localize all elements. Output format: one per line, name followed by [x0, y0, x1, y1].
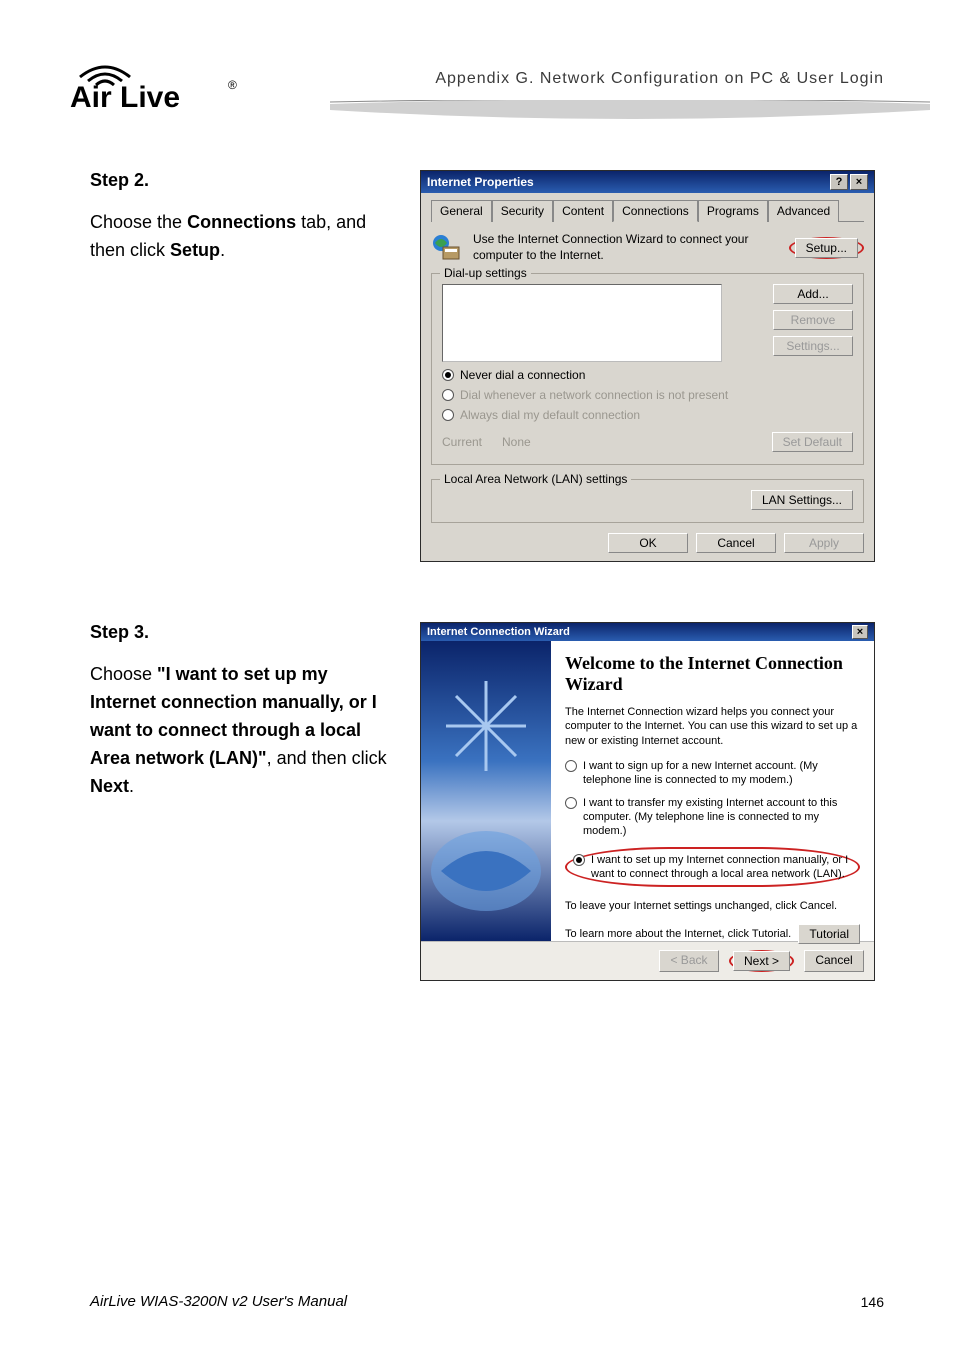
wizard-option-signup[interactable]: I want to sign up for a new Internet acc…	[565, 759, 860, 788]
set-default-button[interactable]: Set Default	[772, 432, 853, 452]
airlive-logo: Air Live ®	[70, 55, 260, 118]
internet-connection-wizard-dialog: Internet Connection Wizard ×	[420, 622, 875, 981]
footer-manual-name: AirLive WIAS-3200N v2 User's Manual	[90, 1293, 347, 1310]
setup-highlight: Setup...	[789, 237, 864, 259]
option-signup-label: I want to sign up for a new Internet acc…	[583, 759, 860, 788]
radio-icon	[442, 389, 454, 401]
radio-always-dial[interactable]: Always dial my default connection	[442, 408, 853, 422]
radio-icon	[565, 797, 577, 809]
wizard-heading: Welcome to the Internet Connection Wizar…	[565, 653, 860, 694]
next-button[interactable]: Next >	[733, 951, 790, 971]
step3-block: Step 3. Choose "I want to set up my Inte…	[90, 622, 884, 981]
step3-paragraph: Choose "I want to set up my Internet con…	[90, 661, 390, 800]
radio-icon	[565, 760, 577, 772]
wizard-sidebar	[421, 641, 551, 941]
dialog-title: Internet Connection Wizard	[427, 626, 570, 638]
radio-always-label: Always dial my default connection	[460, 408, 640, 422]
option-transfer-label: I want to transfer my existing Internet …	[583, 796, 860, 839]
dialog-titlebar: Internet Properties ? ×	[421, 171, 874, 193]
internet-properties-dialog: Internet Properties ? × General Security…	[420, 170, 875, 562]
wizard-intro: The Internet Connection wizard helps you…	[565, 705, 860, 750]
current-value: None	[502, 435, 752, 449]
dialup-listbox[interactable]	[442, 284, 722, 362]
dialup-group-label: Dial-up settings	[440, 266, 531, 280]
step2-block: Step 2. Choose the Connections tab, and …	[90, 170, 884, 562]
tab-general[interactable]: General	[431, 200, 492, 222]
step3-title: Step 3.	[90, 622, 390, 643]
current-label: Current	[442, 435, 482, 449]
close-button[interactable]: ×	[852, 625, 868, 639]
tab-strip: General Security Content Connections Pro…	[431, 199, 864, 222]
wizard-description: Use the Internet Connection Wizard to co…	[473, 232, 779, 263]
leave-text: To leave your Internet settings unchange…	[565, 899, 860, 914]
radio-icon	[442, 409, 454, 421]
wizard-option-manual[interactable]: I want to set up my Internet connection …	[565, 847, 860, 888]
radio-icon	[442, 369, 454, 381]
next-highlight: Next >	[729, 950, 794, 972]
footer-page-number: 146	[861, 1294, 884, 1310]
dialog-title: Internet Properties	[427, 175, 534, 189]
settings-button[interactable]: Settings...	[773, 336, 853, 356]
radio-never-dial[interactable]: Never dial a connection	[442, 368, 853, 382]
apply-button[interactable]: Apply	[784, 533, 864, 553]
page-header: Air Live ® Appendix G. Network Configura…	[70, 45, 884, 115]
radio-dialwhen-label: Dial whenever a network connection is no…	[460, 388, 728, 402]
radio-icon	[573, 854, 585, 866]
cancel-button[interactable]: Cancel	[804, 950, 864, 972]
header-divider	[330, 100, 930, 128]
wizard-artwork-icon	[421, 641, 551, 941]
dialog-titlebar: Internet Connection Wizard ×	[421, 623, 874, 641]
tab-content[interactable]: Content	[553, 200, 613, 222]
wizard-option-transfer[interactable]: I want to transfer my existing Internet …	[565, 796, 860, 839]
cancel-button[interactable]: Cancel	[696, 533, 776, 553]
page-footer: AirLive WIAS-3200N v2 User's Manual 146	[90, 1293, 884, 1310]
lan-group-label: Local Area Network (LAN) settings	[440, 472, 631, 486]
step2-paragraph: Choose the Connections tab, and then cli…	[90, 209, 390, 265]
svg-text:®: ®	[228, 78, 237, 92]
help-button[interactable]: ?	[830, 174, 848, 190]
tab-connections[interactable]: Connections	[613, 200, 698, 222]
back-button[interactable]: < Back	[659, 950, 719, 972]
tutorial-button[interactable]: Tutorial	[798, 924, 860, 944]
dialup-group: Dial-up settings Add... Remove Settings.…	[431, 273, 864, 465]
lan-settings-button[interactable]: LAN Settings...	[751, 490, 853, 510]
radio-dial-whenever[interactable]: Dial whenever a network connection is no…	[442, 388, 853, 402]
lan-group: Local Area Network (LAN) settings LAN Se…	[431, 479, 864, 523]
tab-security[interactable]: Security	[492, 200, 553, 222]
globe-wizard-icon	[431, 233, 463, 263]
option-manual-label: I want to set up my Internet connection …	[591, 853, 852, 882]
svg-text:Air Live: Air Live	[70, 81, 180, 113]
tab-advanced[interactable]: Advanced	[768, 200, 839, 222]
setup-button[interactable]: Setup...	[795, 238, 858, 258]
ok-button[interactable]: OK	[608, 533, 688, 553]
step2-title: Step 2.	[90, 170, 390, 191]
add-button[interactable]: Add...	[773, 284, 853, 304]
remove-button[interactable]: Remove	[773, 310, 853, 330]
close-button[interactable]: ×	[850, 174, 868, 190]
radio-never-label: Never dial a connection	[460, 368, 585, 382]
tab-programs[interactable]: Programs	[698, 200, 768, 222]
learn-text: To learn more about the Internet, click …	[565, 928, 791, 940]
header-caption: Appendix G. Network Configuration on PC …	[435, 70, 884, 88]
